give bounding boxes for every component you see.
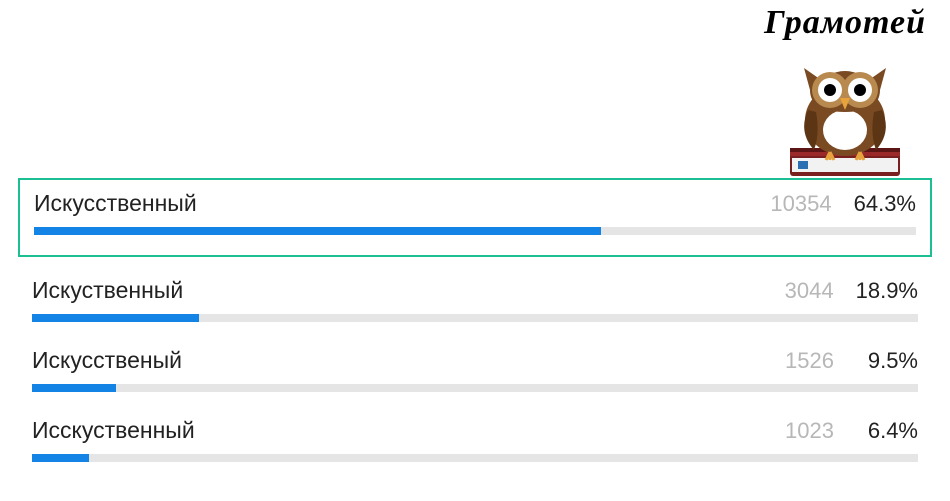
answer-percent: 18.9% <box>856 278 918 304</box>
answer-count: 10354 <box>770 191 831 217</box>
answer-count: 3044 <box>785 278 834 304</box>
answer-row: Искуственный 3044 18.9% <box>18 267 932 337</box>
answer-label: Искуственный <box>32 277 183 304</box>
progress-bar-fill <box>32 454 89 462</box>
answer-count: 1023 <box>785 418 834 444</box>
answer-row-correct: Искусственный 10354 64.3% <box>18 178 932 257</box>
answer-label: Искусственый <box>32 347 182 374</box>
progress-bar-fill <box>32 384 116 392</box>
answer-row: Искусственый 1526 9.5% <box>18 337 932 407</box>
progress-bar <box>34 227 916 235</box>
answer-percent: 64.3% <box>854 191 916 217</box>
answer-label: Исскуственный <box>32 417 195 444</box>
answer-percent: 9.5% <box>856 348 918 374</box>
answer-label: Искусственный <box>34 190 197 217</box>
progress-bar <box>32 384 918 392</box>
brand-block: Грамотей <box>764 4 926 182</box>
progress-bar <box>32 454 918 462</box>
owl-on-book-icon <box>764 42 926 182</box>
progress-bar-fill <box>34 227 601 235</box>
answer-percent: 6.4% <box>856 418 918 444</box>
brand-title: Грамотей <box>764 4 926 42</box>
progress-bar-fill <box>32 314 199 322</box>
progress-bar <box>32 314 918 322</box>
answer-count: 1526 <box>785 348 834 374</box>
poll-results: Искусственный 10354 64.3% Искуственный 3… <box>18 178 932 477</box>
answer-row: Исскуственный 1023 6.4% <box>18 407 932 477</box>
